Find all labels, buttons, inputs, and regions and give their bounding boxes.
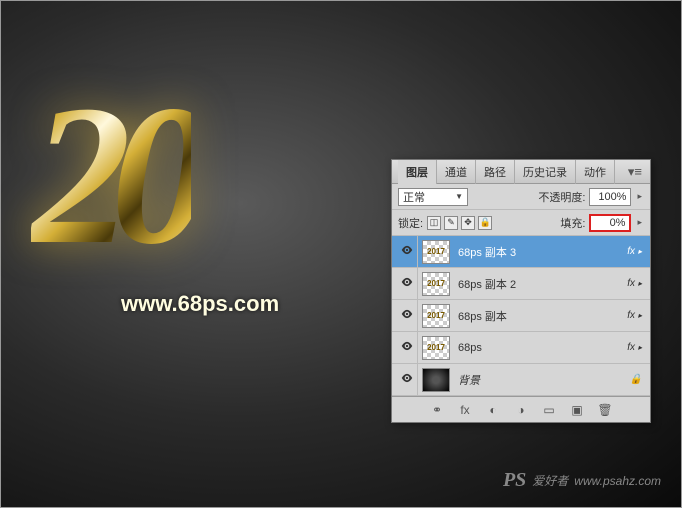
chevron-right-icon: ▸ [638, 279, 642, 288]
layer-name[interactable]: 68ps 副本 [454, 308, 623, 324]
layer-thumbnail[interactable]: 2017 [422, 272, 450, 296]
layer-thumbnail[interactable] [422, 368, 450, 392]
eye-icon[interactable] [400, 371, 414, 388]
opacity-input[interactable]: 100% [589, 188, 631, 206]
layer-fx[interactable]: fx▸ [627, 278, 646, 289]
layer-row[interactable]: 背景 🔒 [392, 364, 650, 396]
new-layer-icon[interactable]: ▣ [569, 402, 585, 418]
layer-row[interactable]: 2017 68ps 副本 2 fx▸ [392, 268, 650, 300]
chevron-right-icon: ▸ [638, 311, 642, 320]
layer-locked-icon: 🔒 [630, 374, 646, 385]
layers-list: 2017 68ps 副本 3 fx▸ 2017 68ps 副本 2 fx▸ 20… [392, 236, 650, 396]
adjustment-layer-icon[interactable]: ◑ [513, 402, 529, 418]
layers-panel: 图层 通道 路径 历史记录 动作 ▾≡ 正常 ▼ 不透明度: 100% ▸ 锁定… [391, 159, 651, 423]
layer-name[interactable]: 68ps [454, 342, 623, 354]
eye-icon[interactable] [400, 243, 414, 260]
lock-all-icon[interactable]: 🔒 [478, 216, 492, 230]
layer-name[interactable]: 68ps 副本 2 [454, 276, 623, 292]
blend-opacity-row: 正常 ▼ 不透明度: 100% ▸ [392, 184, 650, 210]
eye-icon[interactable] [400, 307, 414, 324]
panel-tabs: 图层 通道 路径 历史记录 动作 ▾≡ [392, 160, 650, 184]
chevron-right-icon: ▸ [638, 343, 642, 352]
layer-style-icon[interactable]: fx [457, 402, 473, 418]
eye-icon[interactable] [400, 275, 414, 292]
lock-label: 锁定: [398, 215, 423, 231]
lock-transparency-icon[interactable]: ◫ [427, 216, 441, 230]
blend-mode-value: 正常 [403, 189, 425, 205]
layer-fx[interactable]: fx▸ [627, 342, 646, 353]
layer-thumbnail[interactable]: 2017 [422, 304, 450, 328]
layer-fx[interactable]: fx▸ [627, 246, 646, 257]
fill-label: 填充: [560, 215, 585, 231]
layer-fx[interactable]: fx▸ [627, 310, 646, 321]
tab-actions[interactable]: 动作 [576, 160, 615, 184]
layer-thumbnail[interactable]: 2017 [422, 240, 450, 264]
opacity-label: 不透明度: [538, 189, 585, 205]
delete-layer-icon[interactable]: 🗑 [597, 402, 613, 418]
eye-icon[interactable] [400, 339, 414, 356]
layer-row[interactable]: 2017 68ps 副本 3 fx▸ [392, 236, 650, 268]
layer-row[interactable]: 2017 68ps fx▸ [392, 332, 650, 364]
artwork-gold-text: 20 [31, 61, 191, 290]
watermark-sub-label: 爱好者 [532, 472, 568, 489]
layer-name[interactable]: 68ps 副本 3 [454, 244, 623, 260]
lock-position-icon[interactable]: ✥ [461, 216, 475, 230]
layer-mask-icon[interactable]: ◐ [485, 402, 501, 418]
watermark-sub: PS 爱好者 www.psahz.com [503, 469, 661, 492]
fill-slider-icon[interactable]: ▸ [635, 217, 644, 228]
ps-logo-icon: PS [503, 469, 526, 492]
link-layers-icon[interactable]: ⚭ [429, 402, 445, 418]
lock-pixels-icon[interactable]: ✎ [444, 216, 458, 230]
blend-mode-select[interactable]: 正常 ▼ [398, 188, 468, 206]
tab-layers[interactable]: 图层 [398, 160, 437, 184]
lock-buttons: ◫ ✎ ✥ 🔒 [427, 216, 492, 230]
opacity-value: 100% [598, 191, 626, 203]
tab-history[interactable]: 历史记录 [515, 160, 576, 184]
panel-bottom-toolbar: ⚭ fx ◐ ◑ ▭ ▣ 🗑 [392, 396, 650, 422]
watermark-main: www.68ps.com [121, 291, 279, 317]
fill-input[interactable]: 0% [589, 214, 631, 232]
chevron-right-icon: ▸ [638, 247, 642, 256]
opacity-slider-icon[interactable]: ▸ [635, 191, 644, 202]
layer-row[interactable]: 2017 68ps 副本 fx▸ [392, 300, 650, 332]
layer-thumbnail[interactable]: 2017 [422, 336, 450, 360]
panel-menu-icon[interactable]: ▾≡ [620, 164, 650, 180]
lock-fill-row: 锁定: ◫ ✎ ✥ 🔒 填充: 0% ▸ [392, 210, 650, 236]
layer-name[interactable]: 背景 [454, 372, 626, 388]
tab-channels[interactable]: 通道 [437, 160, 476, 184]
tab-paths[interactable]: 路径 [476, 160, 515, 184]
new-group-icon[interactable]: ▭ [541, 402, 557, 418]
watermark-sub-url: www.psahz.com [574, 474, 661, 488]
fill-value: 0% [610, 217, 626, 229]
chevron-down-icon: ▼ [455, 192, 463, 201]
